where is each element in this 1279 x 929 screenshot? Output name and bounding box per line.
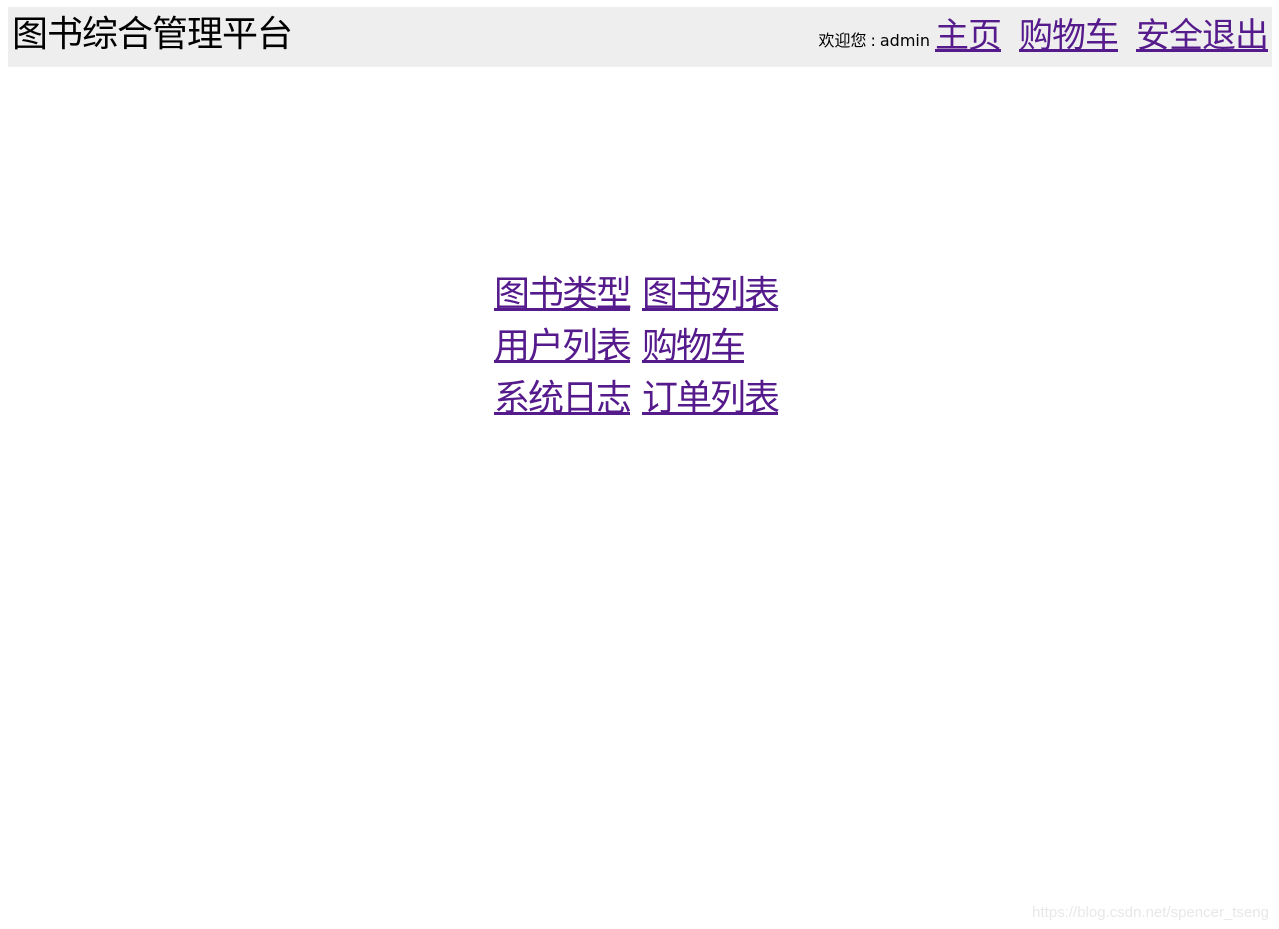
username: admin xyxy=(879,31,930,50)
user-area: 欢迎您: admin 主页 购物车 安全退出 xyxy=(818,13,1269,57)
menu-order-list-link[interactable]: 订单列表 xyxy=(642,376,780,422)
header-bar: 图书综合管理平台 欢迎您: admin 主页 购物车 安全退出 xyxy=(8,7,1272,67)
site-title: 图书综合管理平台 xyxy=(12,14,293,55)
menu-cart-link[interactable]: 购物车 xyxy=(642,324,778,370)
main-menu: 图书类型 图书列表 用户列表 购物车 系统日志 订单列表 xyxy=(494,272,780,422)
menu-book-types-link[interactable]: 图书类型 xyxy=(494,272,638,318)
menu-system-log-link[interactable]: 系统日志 xyxy=(494,376,638,422)
nav-cart-link[interactable]: 购物车 xyxy=(1019,15,1119,57)
nav-home-link[interactable]: 主页 xyxy=(935,15,1002,57)
welcome-text: 欢迎您: admin xyxy=(818,31,930,51)
watermark: https://blog.csdn.net/spencer_tseng xyxy=(1032,904,1269,921)
nav-logout-link[interactable]: 安全退出 xyxy=(1136,15,1269,57)
welcome-separator: : xyxy=(870,31,876,50)
menu-book-list-link[interactable]: 图书列表 xyxy=(642,272,780,318)
welcome-prefix: 欢迎您 xyxy=(818,31,867,50)
menu-user-list-link[interactable]: 用户列表 xyxy=(494,324,638,370)
